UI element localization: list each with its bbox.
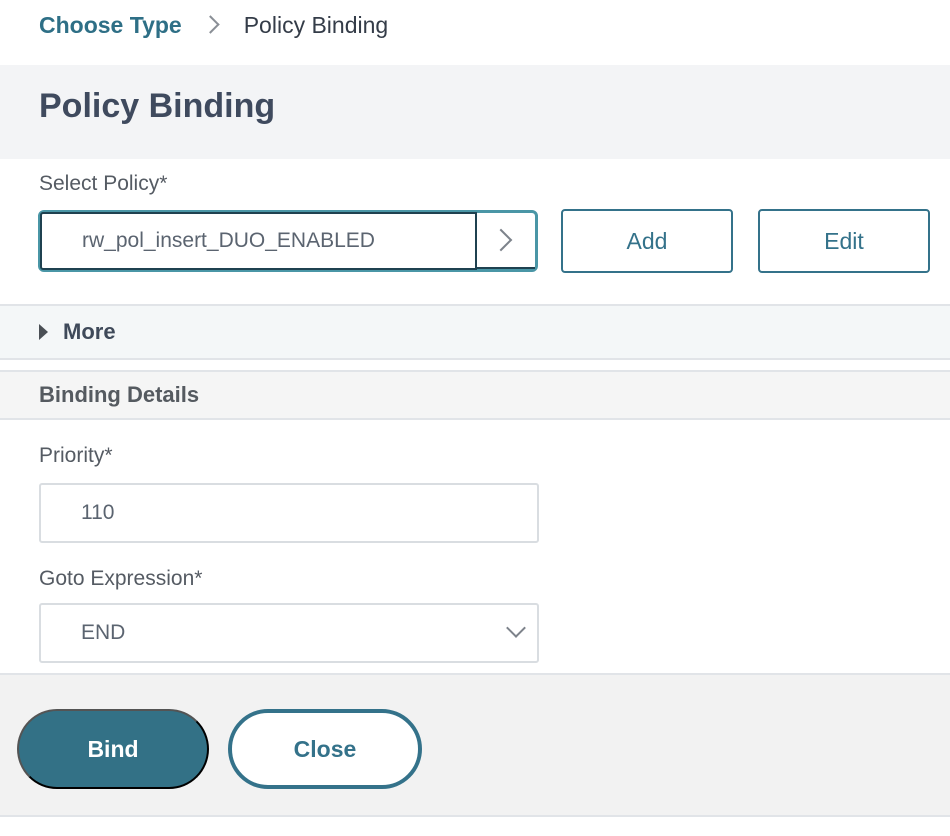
goto-expression-select[interactable]: END	[39, 603, 539, 663]
edit-policy-button[interactable]: Edit	[758, 209, 930, 273]
breadcrumb-choose-type[interactable]: Choose Type	[39, 12, 182, 39]
more-toggle[interactable]: More	[39, 306, 116, 358]
select-policy-label: Select Policy*	[39, 172, 168, 195]
chevron-down-icon	[506, 618, 526, 638]
binding-details-header: Binding Details	[0, 370, 950, 420]
binding-details-title: Binding Details	[39, 382, 200, 407]
breadcrumb-policy-binding: Policy Binding	[243, 11, 389, 38]
select-policy-value[interactable]: rw_pol_insert_DUO_ENABLED	[40, 212, 477, 270]
chevron-right-icon	[200, 13, 230, 37]
page-title: Policy Binding	[39, 87, 276, 125]
goto-expression-label: Goto Expression*	[39, 567, 203, 590]
more-label: More	[63, 319, 116, 344]
caret-right-icon	[39, 324, 48, 340]
close-button[interactable]: Close	[228, 709, 422, 789]
goto-expression-value: END	[81, 621, 126, 644]
bind-button[interactable]: Bind	[17, 709, 209, 789]
dialog-footer: Bind Close	[0, 673, 950, 817]
add-policy-button[interactable]: Add	[561, 209, 733, 273]
breadcrumb: Choose Type Policy Binding	[39, 10, 388, 40]
priority-input[interactable]: 110	[39, 483, 539, 543]
page-header: Policy Binding	[0, 65, 950, 159]
chevron-right-icon[interactable]	[477, 213, 535, 269]
more-section: More	[0, 304, 950, 360]
select-policy-field[interactable]: rw_pol_insert_DUO_ENABLED	[38, 210, 538, 272]
priority-label: Priority*	[39, 444, 113, 467]
priority-value: 110	[81, 501, 115, 524]
